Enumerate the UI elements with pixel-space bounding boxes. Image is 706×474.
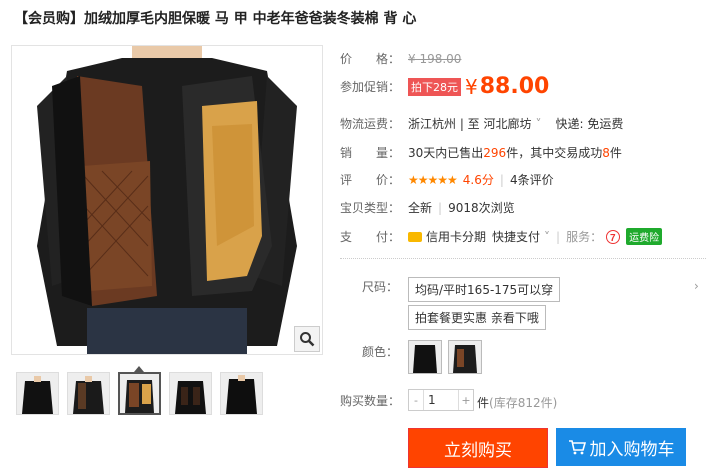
thumbnail-3-active[interactable]	[118, 372, 161, 415]
quantity-stepper: - 1 +	[408, 389, 474, 411]
section-divider	[340, 258, 706, 259]
promo-price: 88.00	[479, 74, 550, 99]
shipping-label: 物流运费：	[340, 117, 401, 131]
thumbnail-5[interactable]	[220, 372, 263, 415]
stock-info: 件 (库存812件)	[477, 394, 557, 411]
color-label: 颜色：	[362, 345, 399, 359]
item-condition: 全新	[408, 201, 433, 215]
quantity-input[interactable]: 1	[423, 390, 459, 410]
quantity-increment-button[interactable]: +	[459, 394, 473, 407]
payment-label: 支 付：	[340, 230, 401, 244]
sales-row: 销 量： 30天内已售出 296 件，其中交易成功 8 件	[340, 144, 622, 161]
quantity-row: 购买数量：	[340, 392, 408, 409]
stock-count: (库存812件)	[489, 396, 558, 410]
payment-row: 支 付： 信用卡分期 快捷支付 ˅ | 服务： 7 运费险	[340, 228, 663, 245]
size-row: 尺码：	[340, 278, 398, 295]
sales-count: 296	[483, 145, 507, 160]
shipping-route[interactable]: 浙江杭州 | 至 河北廊坊	[408, 115, 532, 132]
payment-method-installment[interactable]: 信用卡分期	[426, 228, 486, 245]
promo-currency: ¥	[465, 74, 478, 99]
sales-prefix: 30天内已售出	[408, 146, 484, 160]
size-option-2[interactable]: 拍套餐更实惠 亲看下哦	[408, 305, 546, 330]
rating-score: 4.6分	[462, 173, 494, 187]
type-label: 宝贝类型：	[340, 201, 401, 215]
product-title: 【会员购】加绒加厚毛内胆保暖 马 甲 中老年爸爸装冬装棉 背 心	[14, 11, 417, 27]
thumbnail-image	[17, 373, 58, 414]
rating-label: 评 价：	[340, 173, 401, 187]
shipping-fee: 快递: 免运费	[555, 117, 624, 131]
sales-label: 销 量：	[340, 146, 401, 160]
add-to-cart-label: 加入购物车	[589, 439, 675, 460]
main-product-image[interactable]	[11, 45, 323, 355]
thumbnail-strip	[16, 372, 263, 415]
vest-model-illustration	[37, 46, 297, 354]
magnifier-icon	[300, 332, 315, 347]
svg-text:7: 7	[610, 233, 616, 244]
separator: |	[438, 200, 443, 215]
shipping-row: 物流运费： 浙江杭州 | 至 河北廊坊 ˅ 快递: 免运费	[340, 115, 623, 132]
color-option-2[interactable]	[448, 340, 482, 374]
price-row: 价 格： ¥ 198.00	[340, 50, 461, 67]
size-label: 尺码：	[362, 280, 399, 294]
cart-icon	[568, 440, 586, 455]
quantity-unit: 件	[477, 396, 490, 410]
separator: |	[556, 229, 561, 244]
thumbnail-4[interactable]	[169, 372, 212, 415]
thumbnail-image	[68, 373, 109, 414]
zoom-button[interactable]	[294, 326, 320, 352]
color-option-1[interactable]	[408, 340, 442, 374]
promo-row: 参加促销： 拍下28元 ¥ 88.00	[340, 74, 549, 99]
thumbnail-1[interactable]	[16, 372, 59, 415]
rating-row: 评 价： ★★★★★ 4.6分 | 4条评价	[340, 171, 554, 188]
price-label: 价 格：	[340, 52, 401, 66]
thumbnail-image	[221, 373, 262, 414]
color-swatch-image	[449, 341, 481, 373]
promo-tag: 拍下28元	[408, 77, 461, 96]
type-row: 宝贝类型： 全新 | 9018次浏览	[340, 199, 515, 216]
thumbnail-image	[170, 373, 211, 414]
buy-now-button[interactable]: 立刻购买	[408, 428, 548, 468]
review-count-link[interactable]: 4条评价	[510, 171, 554, 188]
thumbnail-image	[120, 374, 159, 413]
seven-day-return-icon[interactable]: 7	[606, 229, 621, 244]
color-swatch-image	[409, 341, 441, 373]
chevron-down-icon[interactable]: ˅	[536, 117, 542, 131]
service-label: 服务：	[566, 230, 603, 244]
thumbnail-2[interactable]	[67, 372, 110, 415]
success-count: 8	[602, 145, 610, 160]
sales-mid: 件，其中交易成功	[506, 146, 603, 160]
credit-card-icon	[408, 231, 422, 242]
sales-suffix: 件	[609, 146, 622, 160]
payment-method-quick[interactable]: 快捷支付	[492, 228, 540, 245]
color-row: 颜色：	[340, 343, 398, 360]
chevron-down-icon[interactable]: ˅	[544, 230, 550, 244]
promo-label: 参加促销：	[340, 80, 401, 94]
view-count: 9018次浏览	[448, 201, 515, 215]
size-option-1[interactable]: 均码/平时165-175可以穿	[408, 277, 561, 302]
original-price: ¥ 198.00	[408, 51, 462, 66]
add-to-cart-button[interactable]: 加入购物车	[556, 428, 686, 466]
rating-stars: ★★★★★	[408, 172, 458, 187]
separator: |	[499, 172, 504, 187]
shipping-insurance-badge[interactable]: 运费险	[626, 228, 663, 245]
quantity-label: 购买数量：	[340, 394, 401, 408]
chevron-right-icon[interactable]: ›	[694, 279, 699, 293]
quantity-decrement-button[interactable]: -	[409, 394, 423, 407]
